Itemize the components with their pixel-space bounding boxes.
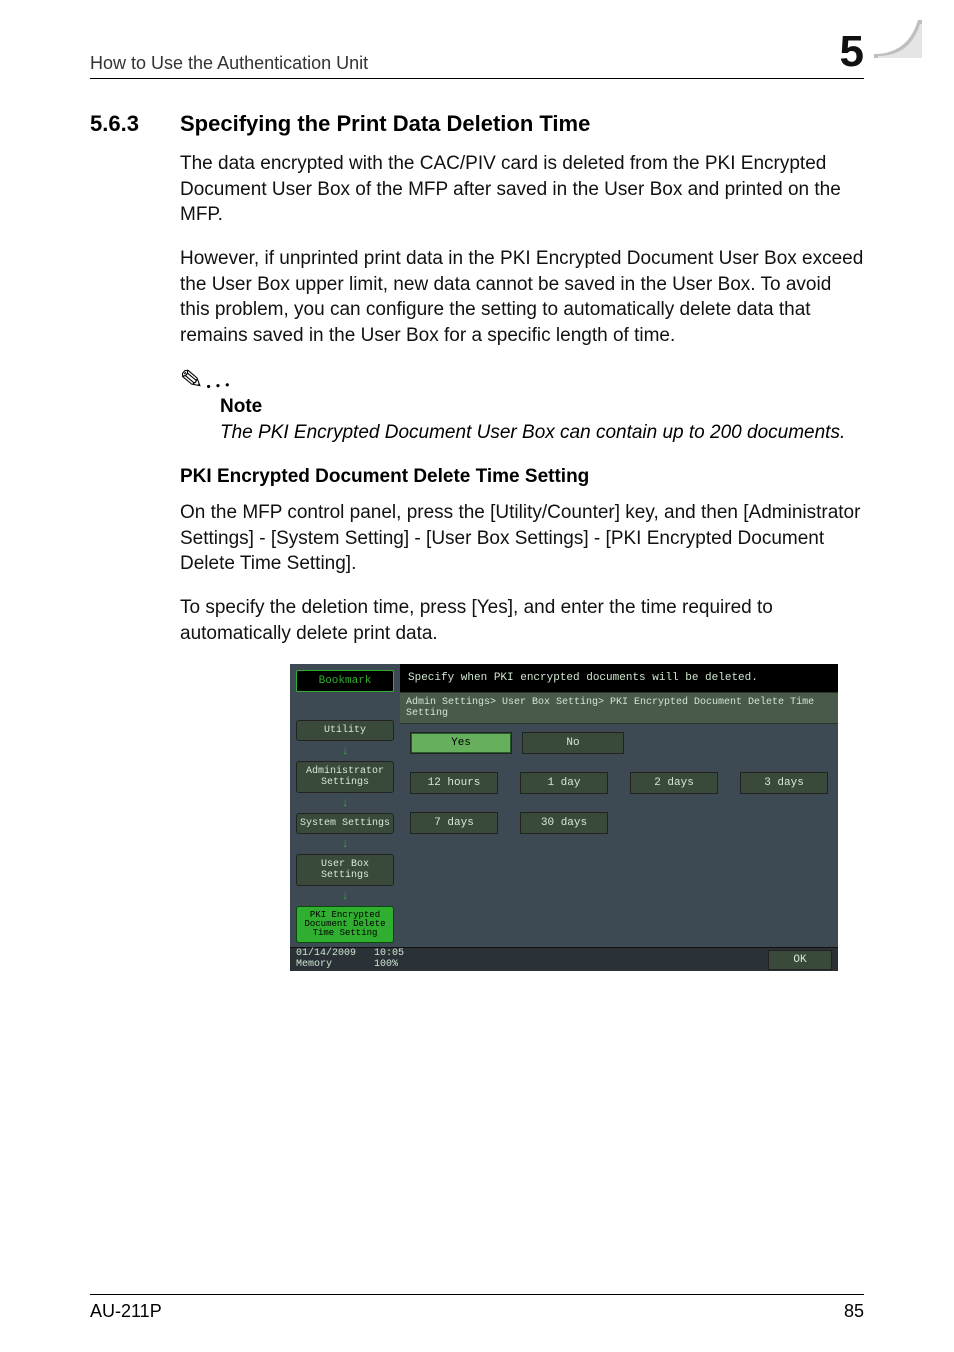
note-icon: ✎… — [179, 364, 233, 396]
paragraph: The data encrypted with the CAC/PIV card… — [180, 151, 864, 228]
paragraph: On the MFP control panel, press the [Uti… — [180, 500, 864, 577]
nav-user-box-settings[interactable]: User Box Settings — [296, 854, 394, 886]
paragraph: However, if unprinted print data in the … — [180, 246, 864, 349]
breadcrumb-bar: Admin Settings> User Box Setting> PKI En… — [400, 692, 838, 724]
option-3-days[interactable]: 3 days — [740, 772, 828, 794]
note-label: Note — [220, 396, 864, 418]
footer-model: AU-211P — [90, 1301, 162, 1322]
chapter-number: 5 — [840, 30, 864, 74]
running-header: How to Use the Authentication Unit — [90, 53, 368, 74]
section-title: Specifying the Print Data Deletion Time — [180, 111, 590, 137]
instruction-bar: Specify when PKI encrypted documents wil… — [400, 664, 838, 692]
status-datetime: 01/14/2009 10:05 Memory 100% — [296, 949, 404, 970]
option-1-day[interactable]: 1 day — [520, 772, 608, 794]
yes-button[interactable]: Yes — [410, 732, 512, 754]
bookmark-button[interactable]: Bookmark — [296, 670, 394, 692]
sub-heading: PKI Encrypted Document Delete Time Setti… — [180, 466, 864, 488]
paragraph: To specify the deletion time, press [Yes… — [180, 595, 864, 646]
note-text: The PKI Encrypted Document User Box can … — [220, 420, 864, 446]
option-30-days[interactable]: 30 days — [520, 812, 608, 834]
arrow-down-icon: ↓ — [296, 890, 394, 902]
nav-system-settings[interactable]: System Settings — [296, 813, 394, 834]
control-panel-screenshot: Bookmark Utility ↓ Administrator Setting… — [290, 664, 838, 971]
section-number: 5.6.3 — [90, 111, 180, 137]
footer-page-number: 85 — [844, 1301, 864, 1322]
arrow-down-icon: ↓ — [296, 797, 394, 809]
no-button[interactable]: No — [522, 732, 624, 754]
nav-utility[interactable]: Utility — [296, 720, 394, 741]
panel-left-nav: Bookmark Utility ↓ Administrator Setting… — [290, 664, 400, 947]
nav-pki-delete-time[interactable]: PKI Encrypted Document Delete Time Setti… — [296, 906, 394, 943]
option-7-days[interactable]: 7 days — [410, 812, 498, 834]
arrow-down-icon: ↓ — [296, 838, 394, 850]
arrow-down-icon: ↓ — [296, 745, 394, 757]
nav-admin-settings[interactable]: Administrator Settings — [296, 761, 394, 793]
ok-button[interactable]: OK — [768, 950, 832, 970]
option-12-hours[interactable]: 12 hours — [410, 772, 498, 794]
option-2-days[interactable]: 2 days — [630, 772, 718, 794]
corner-decoration — [874, 10, 922, 58]
